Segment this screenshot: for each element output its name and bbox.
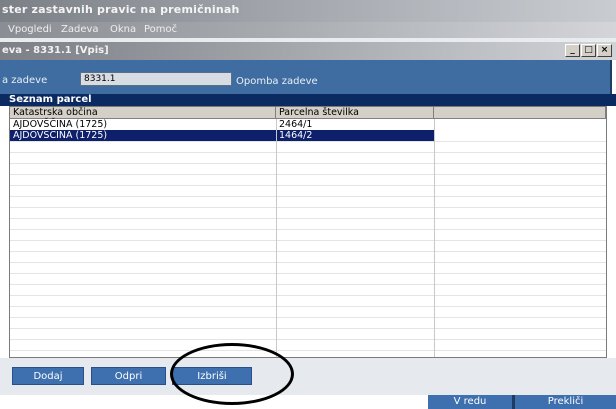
- open-button[interactable]: Odpri: [91, 367, 166, 385]
- case-header-panel: a zadeve 8331.1 Opomba zadeve: [0, 60, 612, 94]
- grid-line: [10, 339, 606, 340]
- menubar: Vpogledi Zadeva Okna Pomoč: [0, 22, 616, 38]
- column-header-empty[interactable]: [434, 107, 606, 119]
- window-title: eva - 8331.1 [Vpis]: [2, 45, 109, 56]
- window-controls: _ □ ×: [565, 44, 612, 57]
- grid-line: [10, 251, 606, 252]
- menu-pomoc[interactable]: Pomoč: [144, 24, 177, 35]
- column-header-obcina[interactable]: Katastrska občina: [10, 107, 276, 119]
- grid-line: [10, 262, 606, 263]
- grid-line: [10, 174, 606, 175]
- add-button[interactable]: Dodaj: [12, 367, 84, 385]
- menu-okna[interactable]: Okna: [110, 24, 136, 35]
- cell-obcina: AJDOVŠČINA (1725): [10, 130, 276, 141]
- maximize-icon[interactable]: □: [581, 44, 596, 57]
- menu-zadeva[interactable]: Zadeva: [61, 24, 99, 35]
- parcel-list-title-bar: Seznam parcel: [0, 94, 616, 106]
- grid-line: [10, 141, 606, 142]
- grid-line: [10, 328, 606, 329]
- grid-line: [10, 273, 606, 274]
- case-number-field[interactable]: 8331.1: [80, 72, 232, 86]
- table-row-selected[interactable]: AJDOVŠČINA (1725) 1464/2: [10, 130, 606, 141]
- grid-line: [10, 317, 606, 318]
- column-divider: [434, 119, 435, 357]
- menu-vpogledi[interactable]: Vpogledi: [8, 24, 52, 35]
- parcel-list[interactable]: Katastrska občina Parcelna številka AJDO…: [9, 106, 607, 358]
- parcel-list-title: Seznam parcel: [9, 94, 92, 105]
- case-number-label: a zadeve: [2, 75, 48, 86]
- grid-line: [10, 152, 606, 153]
- column-header-stevilka[interactable]: Parcelna številka: [276, 107, 434, 119]
- grid-line: [10, 295, 606, 296]
- ok-button[interactable]: V redu: [428, 395, 512, 409]
- window-titlebar: eva - 8331.1 [Vpis] _ □ ×: [0, 42, 616, 60]
- grid-line: [10, 306, 606, 307]
- cell-stevilka: 1464/2: [276, 130, 434, 141]
- grid-line: [10, 229, 606, 230]
- grid-line: [10, 163, 606, 164]
- dialog-footer: V redu Prekliči: [0, 395, 616, 409]
- cell-stevilka: 2464/1: [279, 119, 313, 130]
- grid-line: [10, 350, 606, 351]
- app-titlebar: ster zastavnih pravic na premičninah: [0, 0, 616, 22]
- minimize-icon[interactable]: _: [565, 44, 580, 57]
- close-icon[interactable]: ×: [597, 44, 612, 57]
- action-panel: Dodaj Odpri Izbriši: [0, 358, 616, 395]
- grid-line: [10, 240, 606, 241]
- table-row[interactable]: AJDOVŠČINA (1725) 2464/1: [10, 119, 606, 130]
- cell-obcina: AJDOVŠČINA (1725): [13, 119, 108, 130]
- column-divider: [276, 119, 277, 357]
- grid-line: [10, 207, 606, 208]
- grid-line: [10, 218, 606, 219]
- app-title: ster zastavnih pravic na premičninah: [2, 3, 240, 16]
- cancel-button[interactable]: Prekliči: [515, 395, 616, 409]
- case-note-label: Opomba zadeve: [236, 76, 318, 87]
- delete-button[interactable]: Izbriši: [172, 367, 252, 385]
- grid-line: [10, 185, 606, 186]
- grid-line: [10, 196, 606, 197]
- grid-line: [10, 284, 606, 285]
